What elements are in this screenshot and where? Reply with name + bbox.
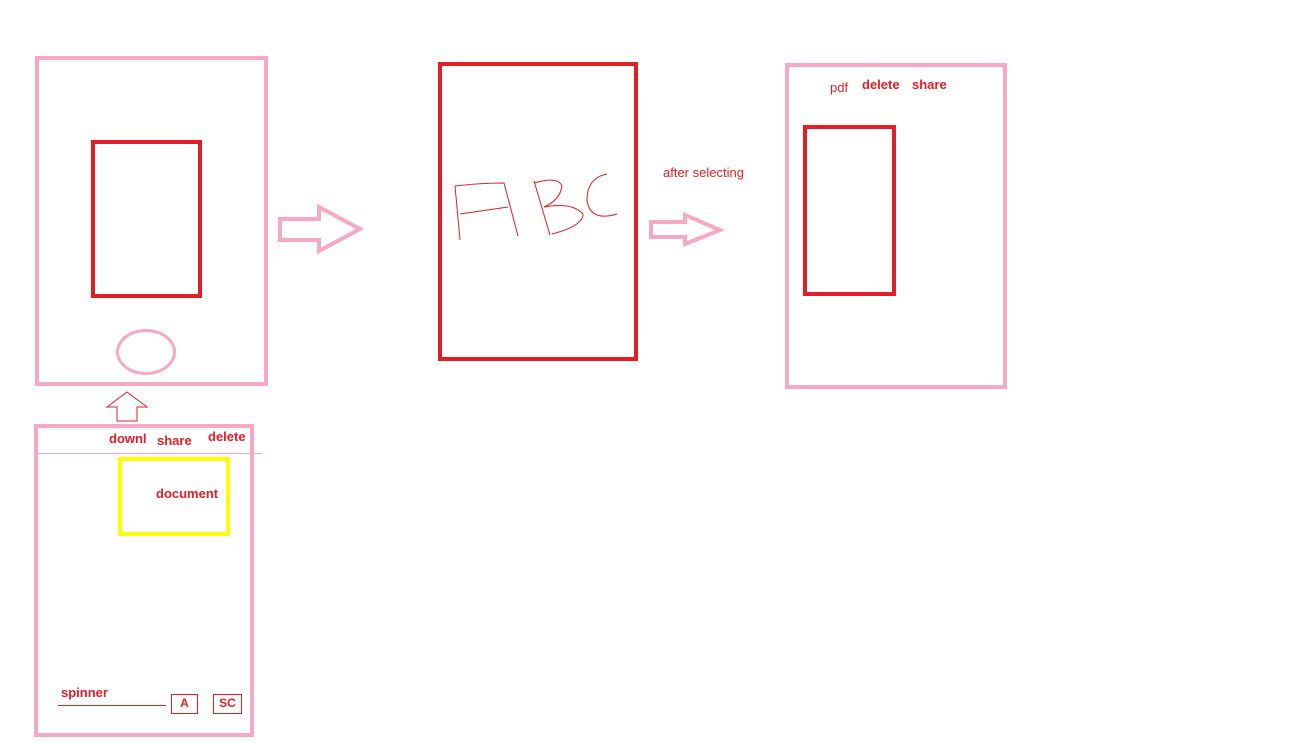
selected-document-box [803,125,896,296]
delete-button-selected[interactable]: delete [862,78,900,91]
pdf-button[interactable]: pdf [830,81,848,94]
arrow-right-small-icon [649,211,726,247]
share-button-selected[interactable]: share [912,78,947,91]
